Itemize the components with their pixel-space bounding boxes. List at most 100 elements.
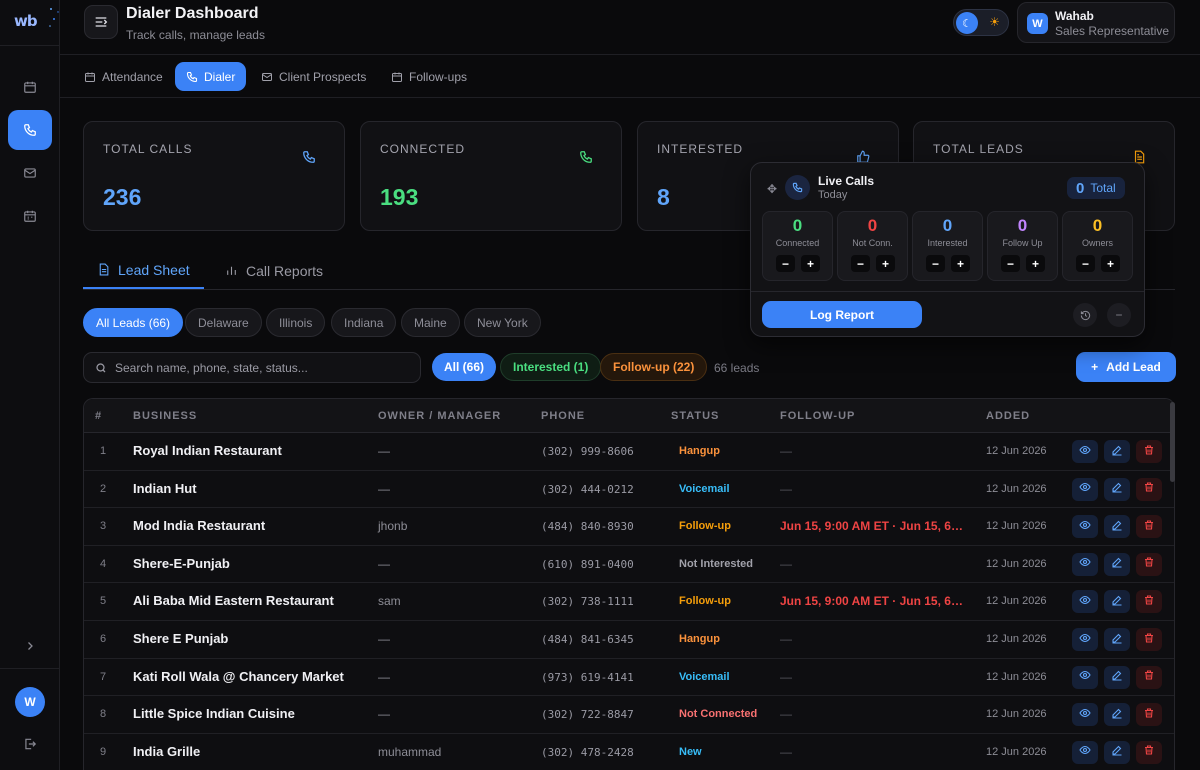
table-row[interactable]: 7 Kati Roll Wala @ Chancery Market — (973) … <box>84 659 1174 697</box>
view-button[interactable] <box>1072 628 1098 651</box>
phone-number[interactable]: (484) 840-8930 <box>541 520 634 533</box>
log-report-button[interactable]: Log Report <box>762 301 922 328</box>
table-row[interactable]: 4 Shere-E-Punjab — (610) 891-0400 Not Intere… <box>84 546 1174 584</box>
phone-number[interactable]: (302) 999-8606 <box>541 445 634 458</box>
edit-button[interactable] <box>1104 703 1130 727</box>
filter-indiana[interactable]: Indiana <box>331 308 397 337</box>
table-row[interactable]: 3 Mod India Restaurant jhonb (484) 840-8930… <box>84 508 1174 546</box>
filter-all-leads[interactable]: All Leads (66) <box>83 308 184 337</box>
owner-name: jhonb <box>378 519 408 534</box>
delete-button[interactable] <box>1136 552 1162 576</box>
edit-button[interactable] <box>1104 552 1130 576</box>
view-button[interactable] <box>1072 740 1098 764</box>
increment-button[interactable]: + <box>876 255 895 272</box>
view-button[interactable] <box>1072 440 1098 463</box>
table-row[interactable]: 6 Shere E Punjab — (484) 841-6345 Hangup — 12 … <box>84 621 1174 659</box>
add-lead-button[interactable]: + Add Lead <box>1076 352 1176 382</box>
delete-button[interactable] <box>1136 515 1162 539</box>
phone-number[interactable]: (302) 738-1111 <box>541 595 634 608</box>
phone-number[interactable]: (973) 619-4141 <box>541 671 634 684</box>
added-date: 12 Jun 2026 <box>986 445 1047 457</box>
app-logo[interactable]: wb <box>14 12 38 30</box>
table-row[interactable]: 1 Royal Indian Restaurant — (302) 999-8606 H… <box>84 433 1174 471</box>
logout-button[interactable] <box>8 724 52 764</box>
row-number: 7 <box>100 670 107 683</box>
delete-button[interactable] <box>1136 740 1162 764</box>
eye-icon <box>1079 631 1091 649</box>
sidebar-expand-button[interactable] <box>8 626 52 666</box>
edit-button[interactable] <box>1104 740 1130 764</box>
delete-button[interactable] <box>1136 590 1162 614</box>
tab-call-reports[interactable]: Call Reports <box>211 252 337 289</box>
delete-button[interactable] <box>1136 703 1162 727</box>
column-header[interactable]: BUSINESS <box>133 410 197 422</box>
edit-button[interactable] <box>1104 628 1130 651</box>
filter-illinois[interactable]: Illinois <box>266 308 326 337</box>
increment-button[interactable]: + <box>1101 255 1120 272</box>
status-filter-all[interactable]: All (66) <box>432 353 497 381</box>
increment-button[interactable]: + <box>1026 255 1045 272</box>
view-button[interactable] <box>1072 515 1098 539</box>
delete-button[interactable] <box>1136 440 1162 463</box>
view-button[interactable] <box>1072 590 1098 614</box>
filter-maine[interactable]: Maine <box>401 308 460 337</box>
minimize-button[interactable] <box>1107 303 1131 327</box>
sidebar-calendar-button[interactable] <box>8 67 52 107</box>
delete-button[interactable] <box>1136 665 1162 689</box>
tab-follow-ups[interactable]: Follow-ups <box>380 62 478 91</box>
column-header[interactable]: ADDED <box>986 410 1030 422</box>
view-button[interactable] <box>1072 477 1098 501</box>
phone-number[interactable]: (302) 444-0212 <box>541 483 634 496</box>
decrement-button[interactable]: − <box>926 255 945 272</box>
delete-button[interactable] <box>1136 628 1162 651</box>
table-row[interactable]: 9 India Grille muhammad (302) 478-2428 New — 1… <box>84 734 1174 770</box>
tab-label: Attendance <box>102 69 163 84</box>
tab-lead-sheet[interactable]: Lead Sheet <box>83 252 204 289</box>
view-button[interactable] <box>1072 552 1098 576</box>
history-button[interactable] <box>1073 303 1097 327</box>
edit-button[interactable] <box>1104 590 1130 614</box>
tab-dialer[interactable]: Dialer <box>175 62 247 91</box>
decrement-button[interactable]: − <box>1001 255 1020 272</box>
edit-button[interactable] <box>1104 665 1130 689</box>
phone-number[interactable]: (302) 478-2428 <box>541 746 634 759</box>
phone-number[interactable]: (484) 841-6345 <box>541 633 634 646</box>
search-input[interactable] <box>115 360 415 375</box>
avatar[interactable]: W <box>15 687 45 717</box>
edit-button[interactable] <box>1104 477 1130 501</box>
counter-label: Not Conn. <box>852 238 893 248</box>
tab-attendance[interactable]: Attendance <box>73 62 174 91</box>
status-filter-interested[interactable]: Interested (1) <box>500 353 602 381</box>
view-button[interactable] <box>1072 703 1098 727</box>
filter-new-york[interactable]: New York <box>464 308 541 337</box>
edit-button[interactable] <box>1104 440 1130 463</box>
increment-button[interactable]: + <box>951 255 970 272</box>
tab-client-prospects[interactable]: Client Prospects <box>250 62 377 91</box>
sidebar-mail-button[interactable] <box>8 153 52 193</box>
menu-toggle-button[interactable] <box>84 5 118 39</box>
edit-button[interactable] <box>1104 515 1130 539</box>
table-row[interactable]: 5 Ali Baba Mid Eastern Restaurant sam (302)… <box>84 583 1174 621</box>
table-row[interactable]: 2 Indian Hut — (302) 444-0212 Voicemail — 12 J… <box>84 471 1174 509</box>
phone-number[interactable]: (302) 722-8847 <box>541 708 634 721</box>
user-menu[interactable]: W Wahab Sales Representative <box>1017 2 1175 43</box>
sidebar-dialer-button[interactable] <box>8 110 52 150</box>
move-icon[interactable]: ✥ <box>767 182 777 196</box>
pencil-icon <box>1111 443 1123 461</box>
view-button[interactable] <box>1072 665 1098 689</box>
table-row[interactable]: 8 Little Spice Indian Cuisine — (302) 722-8… <box>84 696 1174 734</box>
delete-button[interactable] <box>1136 477 1162 501</box>
increment-button[interactable]: + <box>801 255 820 272</box>
sidebar-followups-button[interactable] <box>8 196 52 236</box>
theme-toggle[interactable]: ☾ ☀ <box>953 9 1009 36</box>
added-date: 12 Jun 2026 <box>986 708 1047 721</box>
counter-value: 0 <box>867 216 878 235</box>
filter-delaware[interactable]: Delaware <box>185 308 262 337</box>
table-scrollbar[interactable] <box>1170 402 1175 482</box>
decrement-button[interactable]: − <box>1076 255 1095 272</box>
total-label: Total <box>1090 181 1116 195</box>
phone-number[interactable]: (610) 891-0400 <box>541 558 634 571</box>
status-filter-followup[interactable]: Follow-up (22) <box>600 353 708 381</box>
decrement-button[interactable]: − <box>776 255 795 272</box>
decrement-button[interactable]: − <box>851 255 870 272</box>
